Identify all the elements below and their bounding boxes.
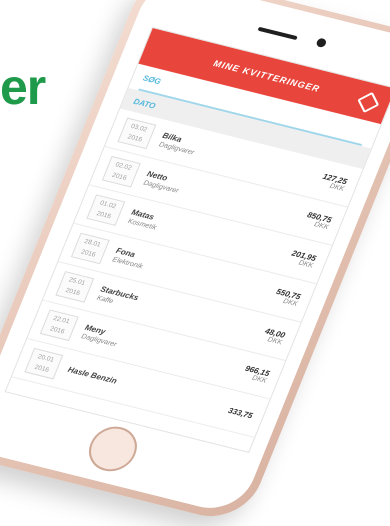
phone-screen: MINE KVITTERINGER SØG DATO 03.02 2016 Bilk…	[4, 26, 390, 453]
receipt-date-badge: 22.01 2016	[39, 309, 79, 342]
tag-icon[interactable]	[357, 91, 380, 114]
receipt-date-badge: 25.01 2016	[55, 271, 95, 303]
receipt-list: 03.02 2016 Bilka Dagligvarer 127,25 DKK 02.02 2…	[11, 108, 363, 438]
phone-mockup: MINE KVITTERINGER SØG DATO 03.02 2016 Bilk…	[0, 0, 390, 526]
receipt-date-badge: 28.01 2016	[70, 232, 110, 265]
receipt-amount: 201,95 DKK	[288, 249, 317, 270]
receipt-date-badge: 20.01 2016	[24, 347, 64, 380]
receipt-date-badge: 03.02 2016	[117, 117, 157, 150]
search-label: SØG	[141, 73, 163, 86]
front-camera	[315, 37, 328, 49]
date-sort-label: DATO	[132, 96, 158, 111]
receipt-date-badge: 02.02 2016	[101, 155, 141, 188]
receipt-amount: 850,75 DKK	[303, 210, 333, 231]
phone-body: MINE KVITTERINGER SØG DATO 03.02 2016 Bilk…	[0, 0, 390, 526]
receipt-amount: 333,75	[227, 406, 254, 420]
receipt-amount-value: 333,75	[226, 405, 255, 420]
home-button[interactable]	[81, 421, 144, 477]
receipt-date-badge: 01.02 2016	[86, 194, 126, 226]
receipt-amount: 550,75 DKK	[272, 287, 302, 308]
receipt-amount: 127,25 DKK	[319, 172, 348, 193]
receipt-amount: 966,15 DKK	[241, 364, 271, 385]
earpiece-speaker	[257, 26, 298, 41]
receipt-amount: 48,00 DKK	[261, 327, 287, 347]
phone-face: MINE KVITTERINGER SØG DATO 03.02 2016 Bilk…	[0, 0, 390, 517]
